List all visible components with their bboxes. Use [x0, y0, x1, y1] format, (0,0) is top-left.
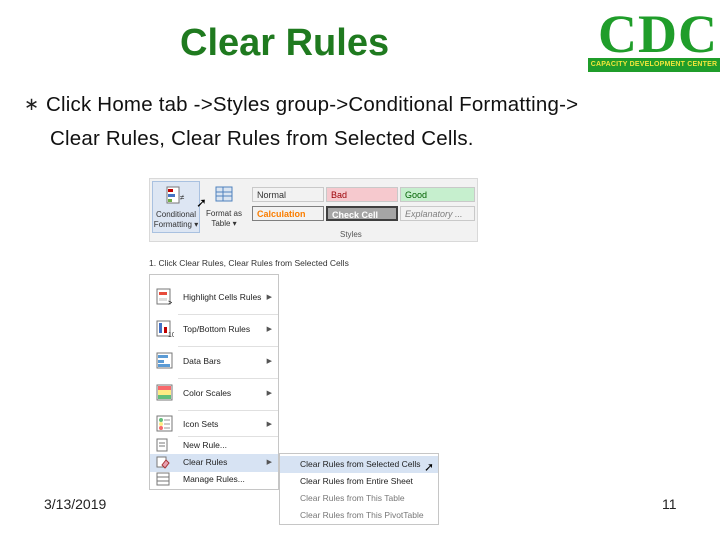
color-scales-icon [156, 384, 173, 401]
bullet-line-2: Clear Rules, Clear Rules from Selected C… [50, 127, 474, 150]
mouse-cursor-icon: ➚ [424, 460, 435, 474]
style-calculation-label: Calculation [257, 209, 306, 219]
chevron-right-icon: ▶ [266, 326, 272, 333]
style-check-cell-label: Check Cell [332, 210, 379, 220]
menu-item-clear-rules[interactable]: Clear Rules ▶ [150, 454, 278, 472]
step-caption: 1. Click Clear Rules, Clear Rules from S… [149, 258, 349, 268]
style-bad-label: Bad [331, 190, 348, 200]
chevron-right-icon: ▶ [266, 294, 272, 301]
bullet-text: Click Home tab ->Styles group->Condition… [46, 88, 706, 156]
chevron-right-icon: ▶ [266, 390, 272, 397]
menu-item-label: Highlight Cells Rules [183, 292, 262, 302]
menu-item-icon-sets[interactable]: Icon Sets ▶ [150, 409, 278, 439]
menu-item-top-bottom-rules[interactable]: 10 Top/Bottom Rules ▶ [150, 313, 278, 345]
format-as-table-label: Format as Table ▾ [205, 209, 242, 228]
svg-text:10: 10 [168, 332, 174, 338]
menu-item-label: Clear Rules [183, 457, 228, 467]
menu-item-label: Color Scales [183, 388, 232, 398]
svg-text:≠: ≠ [180, 193, 185, 202]
slide-date: 3/13/2019 [44, 496, 107, 512]
menu-item-new-rule[interactable]: New Rule... [150, 437, 278, 455]
menu-item-label: New Rule... [183, 440, 227, 450]
data-bars-icon [156, 352, 173, 369]
style-normal-label: Normal [257, 190, 287, 200]
style-bad[interactable]: Bad [326, 187, 398, 202]
eraser-icon [156, 456, 170, 469]
cdc-logo: CDC CAPACITY DEVELOPMENT CENTER [588, 4, 720, 72]
menu-item-data-bars[interactable]: Data Bars ▶ [150, 345, 278, 377]
chevron-right-icon: ▶ [266, 358, 272, 365]
conditional-formatting-icon: ≠ [166, 186, 185, 204]
bullet-line-1: Click Home tab ->Styles group->Condition… [46, 93, 579, 116]
format-as-table-button[interactable]: Format as Table ▾ [202, 181, 246, 233]
manage-rules-icon [156, 472, 170, 486]
style-calculation[interactable]: Calculation [252, 206, 324, 221]
style-normal[interactable]: Normal [252, 187, 324, 202]
style-good[interactable]: Good [400, 187, 475, 202]
style-good-label: Good [405, 190, 428, 200]
slide-number: 11 [662, 496, 677, 512]
menu-item-color-scales[interactable]: Color Scales ▶ [150, 377, 278, 409]
logo-letters: CDC [598, 4, 718, 64]
style-check-cell[interactable]: Check Cell [326, 206, 398, 221]
conditional-formatting-label: Conditional Formatting ▾ [153, 210, 199, 229]
top-bottom-icon: 10 [156, 320, 174, 338]
clear-rules-submenu: Clear Rules from Selected Cells Clear Ru… [279, 453, 439, 525]
chevron-right-icon: ▶ [266, 421, 272, 428]
style-explanatory[interactable]: Explanatory ... [400, 206, 475, 221]
menu-item-label: Icon Sets [183, 419, 219, 429]
logo-tagline: CAPACITY DEVELOPMENT CENTER [590, 61, 718, 68]
menu-item-label: Top/Bottom Rules [183, 324, 251, 334]
conditional-formatting-menu: > Highlight Cells Rules ▶ 10 Top/Bottom … [149, 274, 279, 490]
style-explanatory-label: Explanatory ... [405, 209, 463, 219]
menu-item-label: Data Bars [183, 356, 221, 366]
format-as-table-icon [215, 186, 233, 202]
slide-title: Clear Rules [180, 22, 390, 64]
submenu-item-this-table[interactable]: Clear Rules from This Table [280, 490, 438, 507]
icon-sets-icon [156, 415, 173, 432]
highlight-cells-icon: > [156, 288, 172, 306]
menu-item-highlight-cells-rules[interactable]: > Highlight Cells Rules ▶ [150, 281, 278, 313]
logo-strip: CAPACITY DEVELOPMENT CENTER [588, 58, 720, 72]
mouse-cursor-icon: ➚ [196, 195, 207, 210]
menu-item-label: Manage Rules... [183, 474, 245, 484]
styles-group-label: Styles [340, 230, 362, 239]
submenu-item-entire-sheet[interactable]: Clear Rules from Entire Sheet [280, 473, 438, 490]
svg-text:>: > [168, 300, 172, 306]
new-rule-icon [156, 438, 168, 452]
bullet-asterisk-icon: ∗ [24, 94, 40, 114]
chevron-right-icon: ▶ [266, 459, 272, 466]
submenu-item-this-pivottable[interactable]: Clear Rules from This PivotTable [280, 507, 438, 524]
submenu-item-selected-cells[interactable]: Clear Rules from Selected Cells [280, 456, 438, 473]
menu-item-manage-rules[interactable]: Manage Rules... [150, 471, 278, 489]
conditional-formatting-button[interactable]: ≠ Conditional Formatting ▾ [152, 181, 200, 233]
